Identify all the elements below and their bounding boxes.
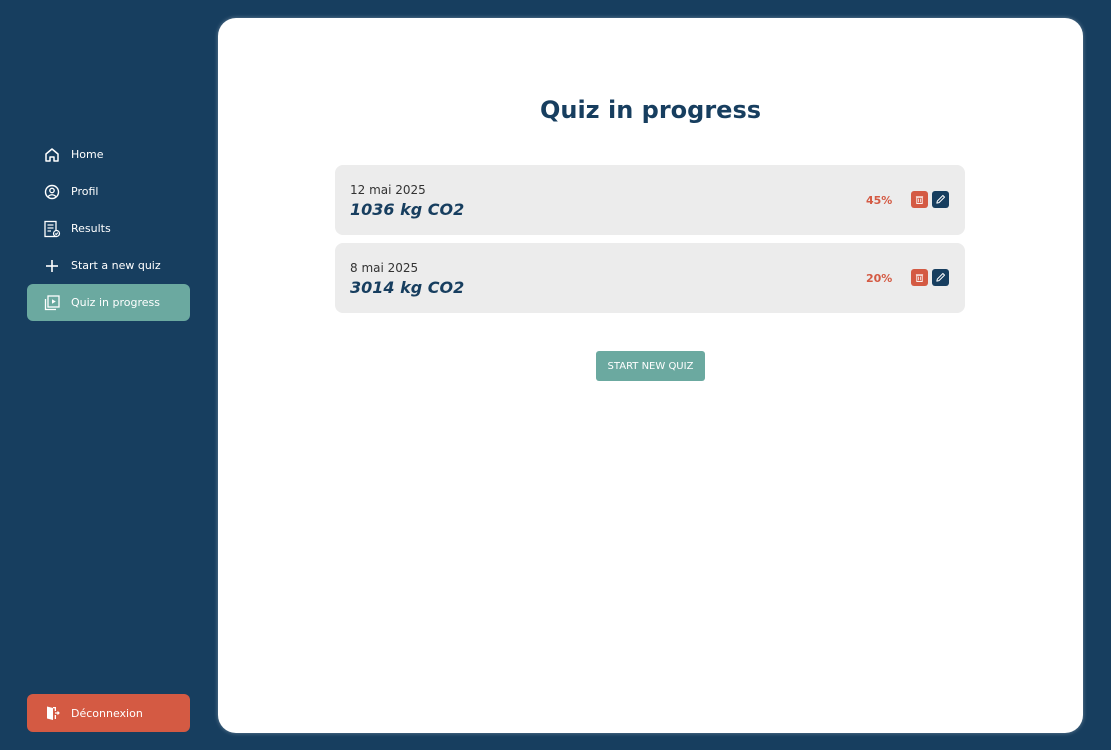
sidebar-item-results[interactable]: Results [27, 210, 190, 247]
sidebar-item-start-new-quiz[interactable]: Start a new quiz [27, 247, 190, 284]
sidebar-nav: Home Profil Results Start a new quiz Qui… [27, 136, 190, 321]
quiz-co2-value: 1036 kg CO2 [350, 200, 465, 219]
quiz-card[interactable]: 12 mai 2025 1036 kg CO2 45% [335, 165, 965, 235]
logout-button[interactable]: Déconnexion [27, 694, 190, 732]
edit-button[interactable] [932, 191, 949, 208]
trash-icon [915, 274, 924, 282]
sidebar: Home Profil Results Start a new quiz Qui… [0, 0, 218, 750]
quiz-list: 12 mai 2025 1036 kg CO2 45% 8 mai 2025 3… [335, 165, 965, 321]
report-icon [43, 220, 61, 238]
pencil-icon [936, 272, 946, 282]
trash-icon [915, 196, 924, 204]
sidebar-item-label: Start a new quiz [71, 259, 161, 272]
quiz-card[interactable]: 8 mai 2025 3014 kg CO2 20% [335, 243, 965, 313]
play-stack-icon [43, 294, 61, 312]
start-new-quiz-button[interactable]: START NEW QUIZ [596, 351, 705, 381]
delete-button[interactable] [911, 269, 928, 286]
sidebar-item-home[interactable]: Home [27, 136, 190, 173]
sidebar-item-label: Profil [71, 185, 99, 198]
edit-button[interactable] [932, 269, 949, 286]
quiz-date: 12 mai 2025 [350, 183, 426, 197]
page-title: Quiz in progress [539, 96, 762, 124]
quiz-progress: 20% [866, 272, 893, 285]
quiz-date: 8 mai 2025 [350, 261, 419, 275]
main-panel: Quiz in progress 12 mai 2025 1036 kg CO2… [218, 18, 1083, 733]
sidebar-item-label: Results [71, 222, 111, 235]
sidebar-item-label: Quiz in progress [71, 296, 160, 309]
door-exit-icon [43, 704, 61, 722]
user-circle-icon [43, 183, 61, 201]
logout-label: Déconnexion [71, 706, 143, 720]
sidebar-item-profil[interactable]: Profil [27, 173, 190, 210]
quiz-co2-value: 3014 kg CO2 [350, 278, 465, 297]
sidebar-item-quiz-in-progress[interactable]: Quiz in progress [27, 284, 190, 321]
quiz-progress: 45% [866, 194, 893, 207]
pencil-icon [936, 194, 946, 204]
home-icon [43, 146, 61, 164]
delete-button[interactable] [911, 191, 928, 208]
sidebar-item-label: Home [71, 148, 104, 161]
plus-icon [43, 257, 61, 275]
